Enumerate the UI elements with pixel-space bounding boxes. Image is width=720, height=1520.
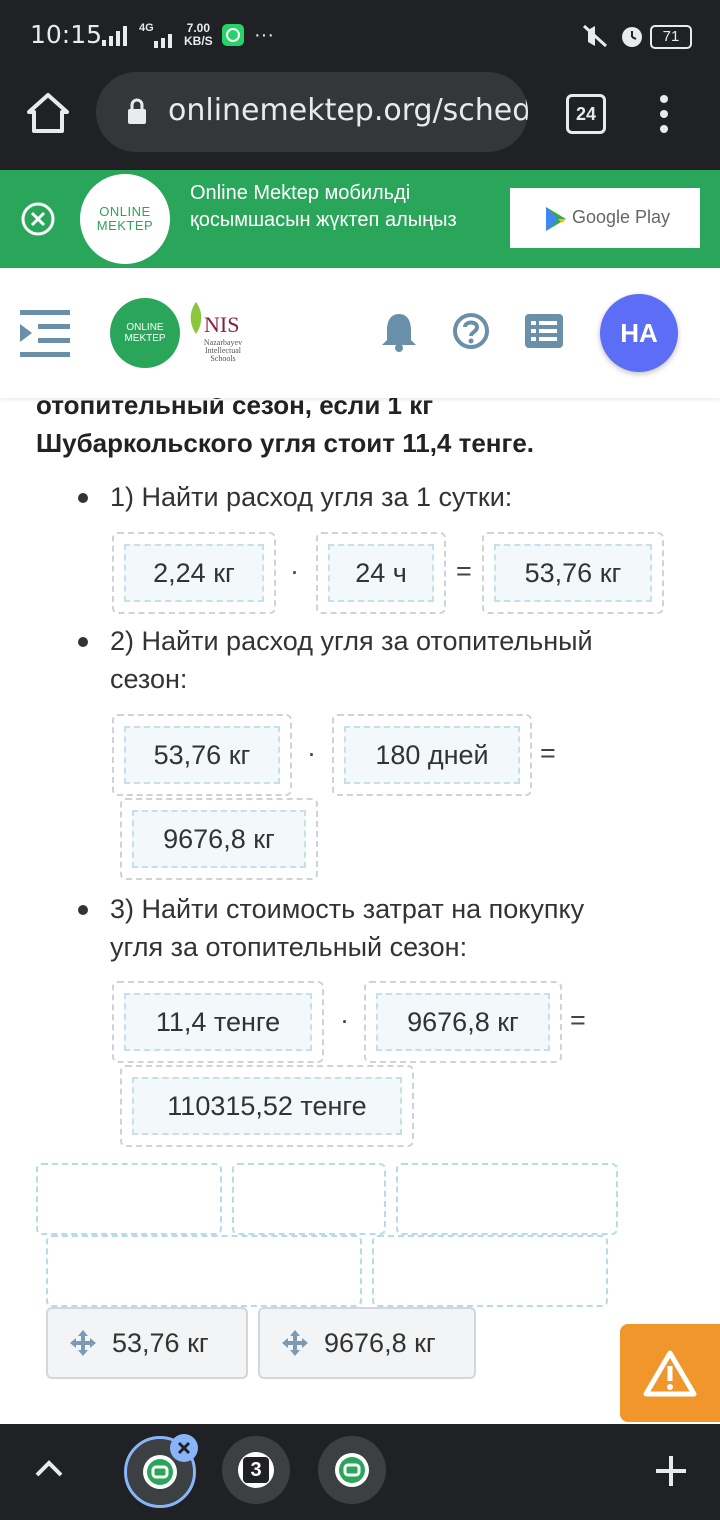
online-mektep-logo: ONLINE MEKTEP bbox=[80, 174, 170, 264]
list-icon[interactable] bbox=[525, 314, 563, 353]
warning-icon bbox=[643, 1349, 697, 1397]
step1-slot-result[interactable]: 53,76 кг bbox=[482, 532, 664, 614]
chevron-up-icon[interactable] bbox=[34, 1458, 64, 1483]
app-download-banner: ONLINE MEKTEP Online Mektep мобильді қос… bbox=[0, 170, 720, 268]
move-icon bbox=[68, 1328, 98, 1358]
move-icon bbox=[280, 1328, 310, 1358]
google-play-button[interactable]: Google Play bbox=[510, 188, 700, 248]
signal-icon-2 bbox=[152, 34, 178, 53]
lock-icon bbox=[126, 98, 148, 131]
equals-sign: = bbox=[456, 556, 472, 586]
drop-zone[interactable] bbox=[396, 1163, 618, 1235]
google-play-icon bbox=[544, 206, 568, 237]
net-speed: 7.00 KB/S bbox=[184, 21, 213, 48]
more-notifications: ··· bbox=[254, 24, 274, 46]
green-b-icon bbox=[334, 1452, 370, 1488]
signal-icon bbox=[100, 24, 132, 53]
menu-kebab-icon[interactable] bbox=[658, 94, 670, 139]
step1-value-b: 24 ч bbox=[328, 544, 434, 602]
google-play-label: Google Play bbox=[572, 207, 671, 227]
step2-value-result: 9676,8 кг bbox=[132, 810, 306, 868]
tab-switcher-button[interactable]: 24 bbox=[566, 94, 606, 134]
step1-title: 1) Найти расход угля за 1 сутки: bbox=[110, 482, 513, 512]
nis-logo: NIS Nazarbayev Intellectual Schools bbox=[184, 298, 250, 368]
bullet bbox=[78, 637, 88, 647]
drop-zone[interactable] bbox=[232, 1163, 386, 1235]
drop-zone[interactable] bbox=[36, 1163, 222, 1235]
site-header: ONLINE MEKTEP NIS Nazarbayev Intellectua… bbox=[0, 268, 720, 398]
multiply-sign: · bbox=[340, 1005, 349, 1035]
step3-value-a: 11,4 тенге bbox=[124, 993, 312, 1051]
equals-sign: = bbox=[570, 1005, 586, 1035]
multiply-sign: · bbox=[307, 738, 316, 768]
clock: 10:15 bbox=[30, 20, 103, 49]
step3-slot-a[interactable]: 11,4 тенге bbox=[112, 981, 324, 1063]
url-text: onlinemektep.org/schedule bbox=[168, 93, 528, 128]
help-icon[interactable] bbox=[452, 312, 490, 355]
task-content: отопительный сезон, если 1 кг Шубаркольс… bbox=[0, 360, 720, 1420]
report-problem-button[interactable] bbox=[620, 1324, 720, 1422]
step2-title: 2) Найти расход угля за отопительный сез… bbox=[110, 626, 593, 694]
online-mektep-header-logo[interactable]: ONLINE MEKTEP bbox=[110, 298, 180, 368]
step2-slot-b[interactable]: 180 дней bbox=[332, 714, 532, 796]
whatsapp-icon bbox=[222, 24, 244, 46]
bell-icon[interactable] bbox=[380, 312, 418, 357]
draggable-answer[interactable]: 53,76 кг bbox=[46, 1307, 248, 1379]
step3-value-result: 110315,52 тенге bbox=[132, 1077, 402, 1135]
tab-thumbnail[interactable] bbox=[318, 1436, 386, 1504]
close-tab-icon[interactable] bbox=[170, 1434, 198, 1462]
number-tab-icon: 3 bbox=[238, 1452, 274, 1488]
step2-value-a: 53,76 кг bbox=[124, 726, 280, 784]
home-icon[interactable] bbox=[26, 92, 70, 139]
step1-slot-b[interactable]: 24 ч bbox=[316, 532, 446, 614]
address-bar[interactable]: onlinemektep.org/schedule bbox=[96, 72, 528, 152]
step3-slot-result[interactable]: 110315,52 тенге bbox=[120, 1065, 414, 1147]
equals-sign: = bbox=[540, 738, 556, 768]
green-b-icon bbox=[142, 1454, 178, 1490]
step2-slot-result[interactable]: 9676,8 кг bbox=[120, 798, 318, 880]
tab-thumbnail[interactable]: 3 bbox=[222, 1436, 290, 1504]
step2-value-b: 180 дней bbox=[344, 726, 520, 784]
step3-value-b: 9676,8 кг bbox=[376, 993, 550, 1051]
draggable-answer[interactable]: 9676,8 кг bbox=[258, 1307, 476, 1379]
multiply-sign: · bbox=[290, 556, 299, 586]
step3-slot-b[interactable]: 9676,8 кг bbox=[364, 981, 562, 1063]
step1-value-a: 2,24 кг bbox=[124, 544, 264, 602]
step1-slot-a[interactable]: 2,24 кг bbox=[112, 532, 276, 614]
banner-message: Online Mektep мобильді қосымшасын жүктеп… bbox=[190, 182, 457, 231]
status-bar: 10:15 4G 7.00 KB/S ··· 71 bbox=[0, 0, 720, 72]
user-avatar[interactable]: НА bbox=[600, 294, 678, 372]
step2-slot-a[interactable]: 53,76 кг bbox=[112, 714, 292, 796]
bullet bbox=[78, 493, 88, 503]
alarm-icon bbox=[618, 22, 646, 55]
network-type: 4G bbox=[139, 22, 154, 34]
drop-zone[interactable] bbox=[372, 1235, 608, 1307]
new-tab-plus-icon[interactable] bbox=[654, 1454, 688, 1493]
close-banner-icon[interactable] bbox=[20, 201, 56, 242]
bullet bbox=[78, 905, 88, 915]
battery-indicator: 71 bbox=[650, 25, 692, 49]
drop-zone[interactable] bbox=[46, 1235, 362, 1307]
sidebar-menu-icon[interactable] bbox=[20, 310, 70, 363]
browser-bottom-bar: 3 bbox=[0, 1424, 720, 1520]
mute-icon bbox=[580, 22, 610, 55]
step3-title: 3) Найти стоимость затрат на покупку угл… bbox=[110, 894, 585, 962]
step1-value-result: 53,76 кг bbox=[494, 544, 652, 602]
browser-toolbar: onlinemektep.org/schedule 24 bbox=[0, 72, 720, 170]
